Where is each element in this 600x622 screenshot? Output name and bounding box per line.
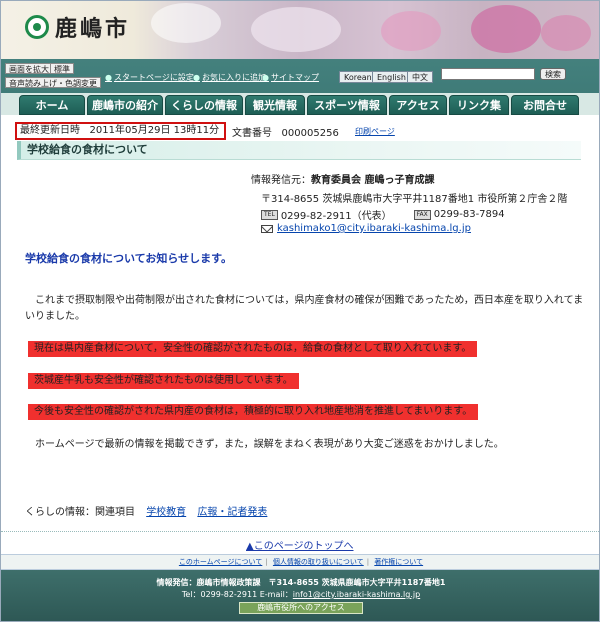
footer-link-privacy[interactable]: 個人情報の取り扱いについて bbox=[273, 558, 364, 566]
nav-home[interactable]: ホーム bbox=[19, 95, 85, 115]
document-number: 文書番号 000005256 bbox=[232, 124, 339, 139]
document-number-value: 000005256 bbox=[281, 128, 339, 139]
add-favorite-link[interactable]: ● お気に入りに追加 bbox=[193, 72, 266, 83]
page-title: 学校給食の食材について bbox=[17, 141, 581, 160]
related-label: くらしの情報：関連項目 bbox=[25, 507, 135, 518]
highlight-notice: 今後も安全性の確認がされた県内産の食材は，積極的に取り入れ地産地消を推進してまい… bbox=[28, 404, 479, 420]
banner-decoration bbox=[381, 11, 441, 51]
banner-decoration bbox=[541, 15, 591, 51]
notice-heading: 学校給食の食材についてお知らせします。 bbox=[25, 252, 233, 265]
footer-tel: Tel：0299-82-2911 E-mail： bbox=[181, 590, 293, 599]
highlight-notice: 現在は県内産食材について，安全性の確認がされたものは，給食の食材として取り入れて… bbox=[28, 341, 478, 357]
email-link[interactable]: kashimako1@city.ibaraki-kashima.lg.jp bbox=[277, 223, 471, 234]
nav-living-info[interactable]: くらしの情報 bbox=[165, 95, 243, 115]
last-updated: 最終更新日時 2011年05月29日 13時11分 bbox=[15, 122, 226, 140]
sender-address: 〒314-8655 茨城県鹿嶋市大字平井1187番地1 市役所第２庁舎２階 bbox=[261, 194, 568, 205]
sitemap-label: サイトマップ bbox=[270, 73, 319, 82]
print-page-link[interactable]: 印刷ページ bbox=[355, 126, 395, 137]
site-name: 鹿嶋市 bbox=[55, 16, 131, 42]
site-logo[interactable]: 鹿嶋市 bbox=[25, 11, 130, 43]
nav-sports[interactable]: スポーツ情報 bbox=[307, 95, 387, 115]
nav-links[interactable]: リンク集 bbox=[449, 95, 509, 115]
sender-name: 教育委員会 鹿嶋っ子育成課 bbox=[311, 175, 435, 186]
page: 鹿嶋市 画面を拡大 標準 音声読み上げ・色調変更 ● スタートページに設定 ● お気… bbox=[0, 0, 600, 622]
contact-email-row: kashimako1@city.ibaraki-kashima.lg.jp bbox=[261, 223, 471, 234]
highlight-notice: 茨城産牛乳も安全性が確認されたものは使用しています。 bbox=[28, 373, 299, 389]
banner-decoration bbox=[471, 5, 541, 53]
apology-paragraph: ホームページで最新の情報を掲載できず，また，誤解をまねく表現があり大変ご迷惑をお… bbox=[35, 439, 504, 450]
city-hall-access-button[interactable]: 鹿嶋市役所へのアクセス bbox=[239, 602, 363, 614]
voice-color-button[interactable]: 音声読み上げ・色調変更 bbox=[5, 77, 101, 88]
footer-link-copyright[interactable]: 著作権について bbox=[374, 558, 423, 566]
related-link-press-release[interactable]: 広報・記者発表 bbox=[197, 507, 267, 518]
footer-link-about[interactable]: このホームページについて bbox=[179, 558, 262, 566]
contact-phone-row: TEL 0299-82-2911（代表） FAX 0299-83-7894 bbox=[261, 207, 505, 222]
lang-english-button[interactable]: English bbox=[372, 71, 411, 83]
standard-size-button[interactable]: 標準 bbox=[50, 63, 74, 74]
sitemap-link[interactable]: ● サイトマップ bbox=[262, 72, 319, 83]
sender-info: 情報発信元：教育委員会 鹿嶋っ子育成課 bbox=[251, 171, 434, 186]
tel-number: 0299-82-2911（代表） bbox=[280, 211, 392, 222]
fax-number: 0299-83-7894 bbox=[433, 209, 505, 220]
footer-contact: Tel：0299-82-2911 E-mail：info1@city.ibara… bbox=[1, 589, 599, 600]
nav-access[interactable]: アクセス bbox=[389, 95, 447, 115]
main-nav: ホーム 鹿嶋市の紹介 くらしの情報 観光情報 スポーツ情報 アクセス リンク集 … bbox=[1, 93, 599, 115]
header-banner: 鹿嶋市 bbox=[1, 1, 599, 59]
last-updated-value: 2011年05月29日 13時11分 bbox=[89, 125, 220, 136]
zoom-in-button[interactable]: 画面を拡大 bbox=[5, 63, 53, 74]
document-number-label: 文書番号 bbox=[232, 128, 272, 139]
related-link-school-education[interactable]: 学校教育 bbox=[146, 507, 186, 518]
fax-icon: FAX bbox=[413, 209, 431, 220]
set-start-page-label: スタートページに設定 bbox=[113, 73, 194, 82]
banner-decoration bbox=[251, 7, 341, 52]
sender-label: 情報発信元： bbox=[251, 175, 311, 186]
site-footer: 情報発信：鹿嶋市情報政策課 〒314-8655 茨城県鹿嶋市大字平井1187番地… bbox=[1, 570, 599, 621]
banner-decoration bbox=[151, 3, 221, 43]
city-emblem-icon bbox=[25, 15, 49, 39]
nav-city-intro[interactable]: 鹿嶋市の紹介 bbox=[87, 95, 163, 115]
separator: | bbox=[265, 558, 268, 566]
site-header: 鹿嶋市 画面を拡大 標準 音声読み上げ・色調変更 ● スタートページに設定 ● お気… bbox=[1, 1, 599, 93]
set-start-page-link[interactable]: ● スタートページに設定 bbox=[105, 72, 194, 83]
footer-publisher: 情報発信：鹿嶋市情報政策課 〒314-8655 茨城県鹿嶋市大字平井1187番地… bbox=[156, 578, 446, 587]
tel-icon: TEL bbox=[261, 209, 278, 220]
mail-icon bbox=[261, 224, 273, 233]
footer-links: このホームページについて | 個人情報の取り扱いについて | 著作権について bbox=[1, 554, 599, 570]
lang-chinese-button[interactable]: 中文 bbox=[407, 71, 433, 83]
search-button[interactable]: 検索 bbox=[540, 68, 566, 80]
separator: | bbox=[366, 558, 370, 566]
nav-contact[interactable]: お問合せ bbox=[511, 95, 579, 115]
footer-email-link[interactable]: info1@city.ibaraki-kashima.lg.jp bbox=[293, 590, 420, 599]
nav-tourism[interactable]: 観光情報 bbox=[245, 95, 305, 115]
search-input[interactable] bbox=[441, 68, 535, 80]
body-paragraph: これまで摂取制限や出荷制限が出された食材については，県内産食材の確保が困難であっ… bbox=[25, 295, 584, 322]
add-favorite-label: お気に入りに追加 bbox=[201, 73, 266, 82]
last-updated-label: 最終更新日時 bbox=[20, 125, 80, 136]
page-top-link[interactable]: ▲このページのトップへ bbox=[246, 537, 354, 552]
related-links: くらしの情報：関連項目 学校教育 広報・記者発表 bbox=[25, 503, 267, 518]
